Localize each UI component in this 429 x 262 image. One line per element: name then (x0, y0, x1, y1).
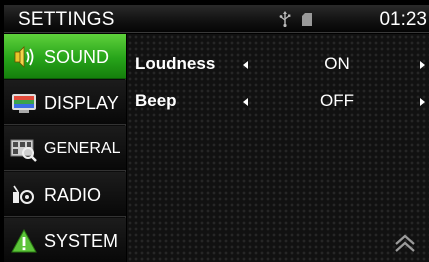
display-icon (10, 89, 38, 117)
sidebar-item-general[interactable]: GENERAL (4, 126, 126, 171)
setting-row-loudness: Loudness ON (127, 50, 429, 78)
arrow-left-icon[interactable] (243, 61, 248, 69)
scroll-up-icon[interactable] (393, 231, 417, 255)
page-title: SETTINGS (18, 9, 115, 30)
sidebar-item-radio[interactable]: RADIO (4, 172, 126, 217)
settings-screen: SETTINGS 01:23 SOUND DISPLAY GENERAL RAD… (0, 0, 429, 262)
setting-label: Loudness (135, 54, 216, 73)
sidebar-item-label: RADIO (44, 185, 102, 205)
setting-value: ON (324, 54, 350, 73)
settings-panel: Loudness ON Beep OFF (127, 34, 429, 262)
arrow-left-icon[interactable] (243, 98, 248, 106)
speaker-icon (10, 43, 38, 71)
sidebar-item-system[interactable]: SYSTEM (4, 218, 126, 262)
sidebar-item-label: DISPLAY (44, 93, 119, 113)
sidebar-item-label: GENERAL (44, 140, 121, 157)
sidebar-item-sound[interactable]: SOUND (4, 34, 126, 79)
arrow-right-icon[interactable] (420, 61, 425, 69)
warning-icon (10, 227, 38, 255)
status-bar: SETTINGS 01:23 (4, 5, 429, 33)
setting-value: OFF (320, 91, 354, 110)
clock: 01:23 (379, 9, 427, 30)
usb-icon (279, 11, 291, 28)
radio-icon (10, 181, 38, 209)
setting-row-beep: Beep OFF (127, 87, 429, 115)
sidebar-item-label: SOUND (44, 47, 110, 67)
sd-card-icon (302, 13, 312, 26)
general-icon (10, 135, 38, 163)
arrow-right-icon[interactable] (420, 98, 425, 106)
sidebar-item-display[interactable]: DISPLAY (4, 80, 126, 125)
sidebar-item-label: SYSTEM (44, 231, 119, 251)
setting-label: Beep (135, 91, 177, 110)
sidebar-menu: SOUND DISPLAY GENERAL RADIO SYSTEM (4, 34, 126, 262)
